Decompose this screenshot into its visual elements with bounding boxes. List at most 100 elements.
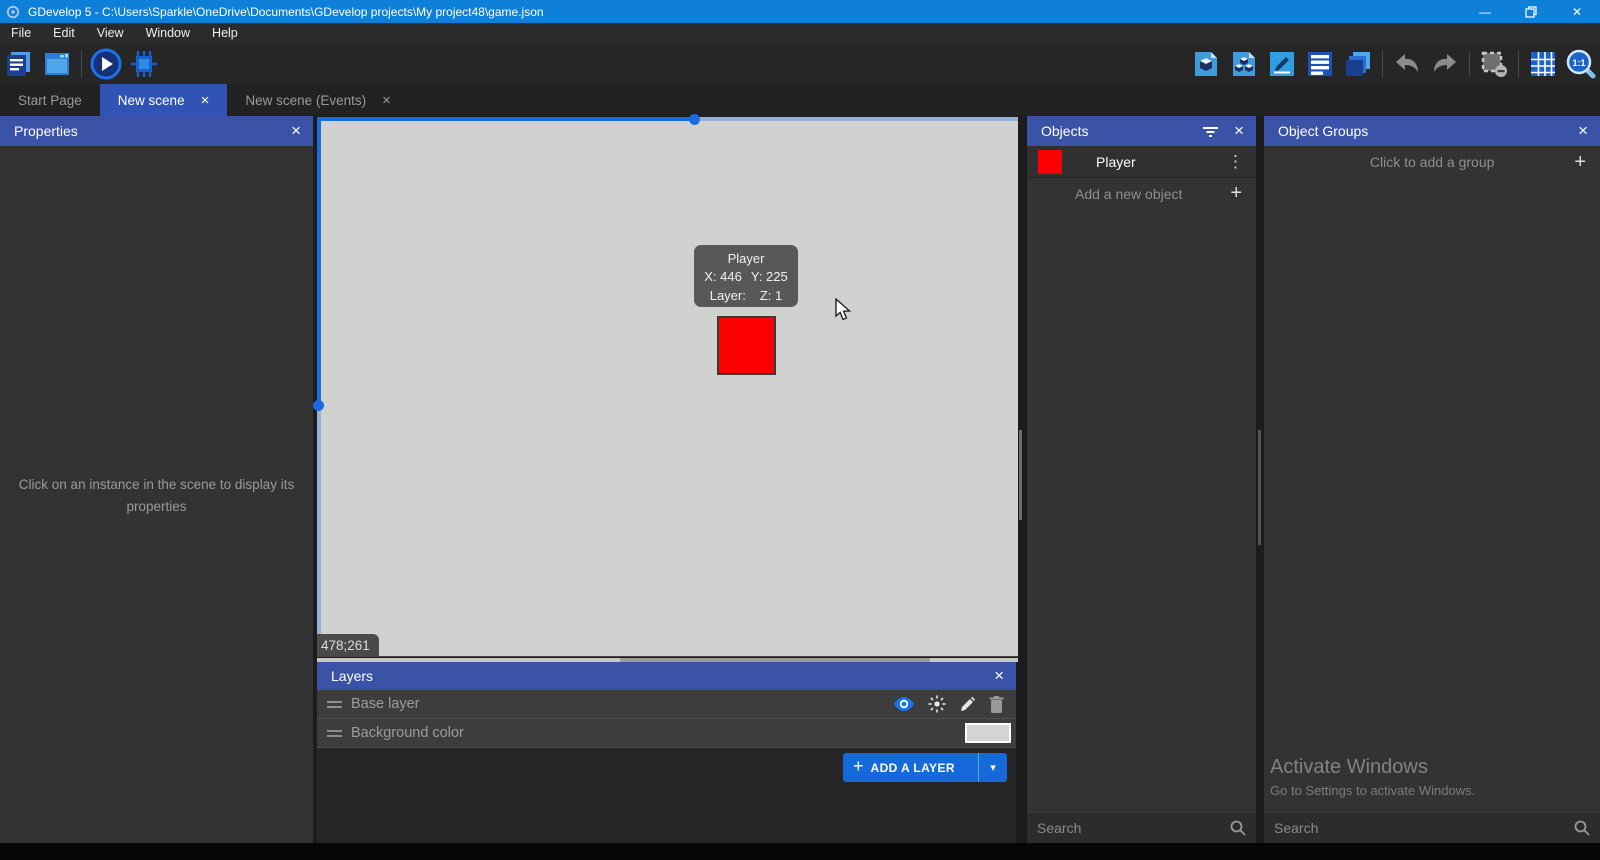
open-objects-panel-button[interactable]	[1187, 47, 1225, 81]
groups-search-row	[1264, 812, 1600, 843]
menu-item-file[interactable]: File	[0, 23, 42, 43]
tab-close-icon[interactable]: ×	[382, 93, 391, 108]
redo-button[interactable]	[1426, 47, 1464, 81]
menu-item-help[interactable]: Help	[201, 23, 249, 43]
trash-icon[interactable]	[989, 696, 1004, 713]
minimize-button[interactable]: —	[1462, 0, 1508, 23]
add-group-label: Click to add a group	[1264, 154, 1574, 170]
objects-search-input[interactable]	[1037, 820, 1230, 836]
tooltip-y: Y: 225	[751, 268, 788, 286]
layer-list: Base layer Background color	[317, 690, 1016, 748]
app-logo-icon	[6, 5, 20, 19]
layer-row-background-color[interactable]: Background color	[317, 719, 1016, 748]
menu-item-view[interactable]: View	[86, 23, 135, 43]
add-object-label: Add a new object	[1075, 186, 1230, 202]
plus-icon: +	[1230, 182, 1242, 205]
scrollbar-fill	[317, 117, 321, 405]
gdevelop-window: GDevelop 5 - C:\Users\Sparkle\OneDrive\D…	[0, 0, 1600, 860]
toolbar-separator	[1382, 51, 1383, 77]
panel-title: Objects	[1041, 123, 1203, 139]
edit-icon[interactable]	[959, 696, 976, 713]
add-layer-label: ADD A LAYER	[871, 761, 978, 775]
effects-icon[interactable]	[928, 695, 946, 713]
close-icon[interactable]: ×	[1578, 121, 1588, 141]
instances-list-icon	[1343, 49, 1373, 79]
debugger-icon	[129, 49, 159, 79]
toggle-grid-button[interactable]	[1524, 47, 1562, 81]
kebab-menu-icon[interactable]: ⋮	[1227, 152, 1244, 172]
open-layers-panel-button[interactable]	[1301, 47, 1339, 81]
main-content: Properties × Click on an instance in the…	[0, 116, 1600, 843]
menu-item-edit[interactable]: Edit	[42, 23, 86, 43]
add-object-row[interactable]: Add a new object +	[1027, 178, 1256, 209]
project-manager-button[interactable]	[0, 47, 38, 81]
close-icon[interactable]: ×	[291, 121, 301, 141]
open-instances-list-button[interactable]	[1339, 47, 1377, 81]
close-button[interactable]: ✕	[1554, 0, 1600, 23]
background-color-swatch[interactable]	[965, 723, 1011, 743]
filter-icon[interactable]	[1203, 126, 1218, 137]
chevron-down-icon[interactable]: ▾	[979, 761, 1007, 774]
objects-panel-header: Objects ×	[1027, 116, 1256, 146]
scrollbar-handle[interactable]	[313, 400, 324, 411]
objects-panel: Objects × Player ⋮ Add a new object +	[1027, 116, 1256, 843]
properties-panel-header: Properties ×	[0, 116, 313, 146]
layer-name: Base layer	[351, 696, 893, 712]
object-groups-panel-header: Object Groups ×	[1264, 116, 1600, 146]
tab-start-page[interactable]: Start Page	[0, 84, 100, 116]
watermark-subtitle: Go to Settings to activate Windows.	[1270, 783, 1475, 798]
scrollbar-handle[interactable]	[689, 114, 700, 125]
layer-row-base-layer[interactable]: Base layer	[317, 690, 1016, 719]
layers-panel-header: Layers ×	[317, 662, 1016, 690]
open-properties-panel-button[interactable]	[1263, 47, 1301, 81]
restore-icon	[1525, 6, 1537, 18]
toolbar: 1:1	[0, 43, 1600, 84]
canvas-right-scrollbar-thumb[interactable]	[1019, 430, 1022, 520]
drag-handle-icon[interactable]	[327, 698, 342, 711]
panel-scrollbar-thumb[interactable]	[1258, 430, 1261, 545]
player-instance[interactable]	[717, 316, 776, 375]
close-icon[interactable]: ×	[1234, 121, 1244, 141]
close-icon[interactable]: ×	[994, 666, 1004, 686]
undo-button[interactable]	[1388, 47, 1426, 81]
object-row-player[interactable]: Player ⋮	[1027, 146, 1256, 178]
play-preview-button[interactable]	[87, 47, 125, 81]
objects-panel-icon	[1191, 49, 1221, 79]
tab-label: Start Page	[18, 93, 82, 108]
add-group-row[interactable]: Click to add a group +	[1264, 146, 1600, 178]
restore-button[interactable]	[1508, 0, 1554, 23]
menu-bar: File Edit View Window Help	[0, 23, 1600, 43]
zoom-1-1-button[interactable]: 1:1	[1562, 47, 1600, 81]
tooltip-layer: Layer:	[710, 287, 746, 305]
layers-panel: Layers × Base layer Background colo	[317, 662, 1016, 843]
panel-title: Object Groups	[1278, 123, 1578, 139]
tab-new-scene-events[interactable]: New scene (Events) ×	[227, 84, 409, 116]
plus-icon: +	[1574, 151, 1586, 174]
drag-handle-icon[interactable]	[327, 727, 342, 740]
menu-item-window[interactable]: Window	[135, 23, 201, 43]
objects-search-row	[1027, 812, 1256, 843]
layer-actions	[893, 695, 1004, 713]
open-object-groups-panel-button[interactable]	[1225, 47, 1263, 81]
tab-new-scene[interactable]: New scene ×	[100, 84, 228, 116]
canvas-vertical-scrollbar[interactable]	[317, 117, 321, 657]
plus-icon: +	[853, 756, 864, 777]
object-groups-panel-icon	[1229, 49, 1259, 79]
groups-search-input[interactable]	[1274, 820, 1574, 836]
cursor-coordinates: 478;261	[317, 634, 379, 657]
canvas-horizontal-scrollbar[interactable]	[317, 117, 1018, 121]
properties-panel: Properties × Click on an instance in the…	[0, 116, 313, 843]
add-layer-button[interactable]: + ADD A LAYER ▾	[843, 753, 1007, 782]
object-groups-panel: Object Groups × Click to add a group + A…	[1264, 116, 1600, 843]
search-icon	[1574, 820, 1590, 836]
titlebar: GDevelop 5 - C:\Users\Sparkle\OneDrive\D…	[0, 0, 1600, 23]
scene-canvas[interactable]: Player X: 446 Y: 225 Layer: Z: 1 478;261	[317, 117, 1018, 657]
tab-close-icon[interactable]: ×	[201, 93, 210, 108]
properties-empty-message: Click on an instance in the scene to dis…	[16, 474, 297, 517]
window-title: GDevelop 5 - C:\Users\Sparkle\OneDrive\D…	[28, 5, 1462, 19]
preview-window-button[interactable]	[38, 47, 76, 81]
toolbar-separator	[1469, 51, 1470, 77]
debugger-button[interactable]	[125, 47, 163, 81]
delete-selection-button[interactable]	[1475, 47, 1513, 81]
eye-icon[interactable]	[893, 696, 915, 712]
